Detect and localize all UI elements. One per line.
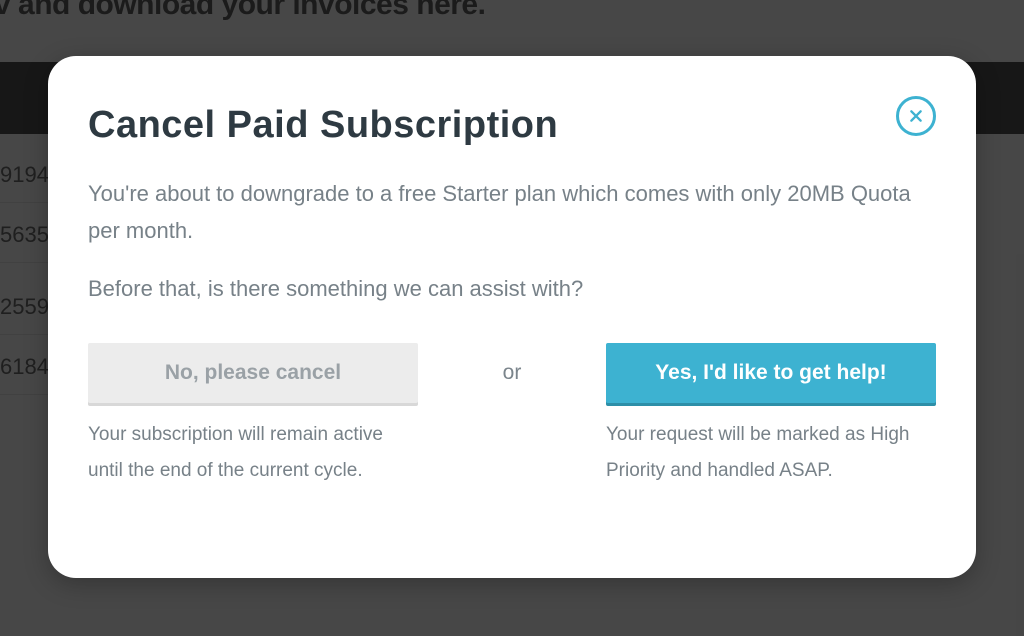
close-button[interactable]	[896, 96, 936, 136]
close-icon	[909, 109, 923, 123]
cancel-subscription-modal: Cancel Paid Subscription You're about to…	[48, 56, 976, 578]
cancel-caption: Your subscription will remain active unt…	[88, 417, 418, 489]
help-column: Yes, I'd like to get help! Your request …	[606, 343, 936, 489]
modal-title: Cancel Paid Subscription	[88, 104, 936, 147]
modal-body: You're about to downgrade to a free Star…	[88, 175, 936, 307]
modal-body-line: You're about to downgrade to a free Star…	[88, 175, 936, 250]
help-button[interactable]: Yes, I'd like to get help!	[606, 343, 936, 403]
or-separator: or	[418, 343, 606, 403]
cancel-button[interactable]: No, please cancel	[88, 343, 418, 403]
help-caption: Your request will be marked as High Prio…	[606, 417, 936, 489]
modal-actions: No, please cancel Your subscription will…	[88, 343, 936, 489]
modal-body-line: Before that, is there something we can a…	[88, 270, 936, 307]
cancel-column: No, please cancel Your subscription will…	[88, 343, 418, 489]
